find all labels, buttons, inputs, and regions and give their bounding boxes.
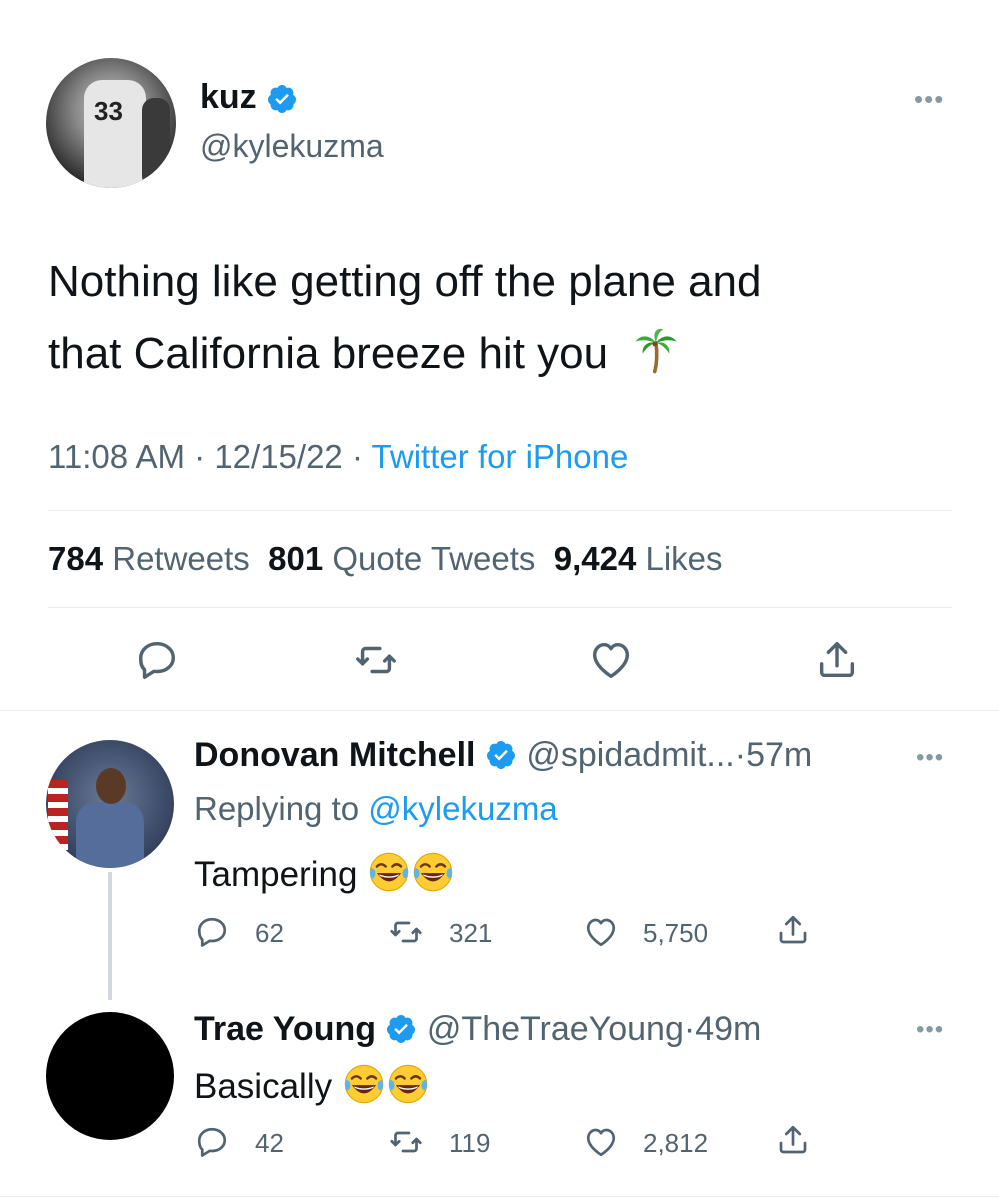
quotes-count: 801 — [268, 540, 324, 577]
retweets-label: Retweets — [112, 540, 250, 577]
more-options-icon[interactable]: ••• — [914, 84, 944, 115]
tweet-date[interactable]: 12/15/22 — [214, 438, 342, 475]
divider — [48, 510, 952, 511]
reply-avatar[interactable] — [46, 1012, 174, 1140]
reply-count: 42 — [255, 1128, 284, 1158]
replying-mention-link[interactable]: @kylekuzma — [368, 790, 557, 827]
tweet-text-line-1: Nothing like getting off the plane and — [48, 257, 762, 306]
like-icon[interactable] — [583, 1124, 619, 1160]
like-count: 5,750 — [643, 918, 709, 948]
avatar-flag — [48, 780, 68, 850]
reply-author-name[interactable]: Donovan Mitchell — [194, 736, 475, 774]
tweet-text-line-2: that California breeze hit you — [48, 329, 609, 378]
verified-badge-icon — [266, 83, 298, 115]
palm-tree-emoji-icon — [632, 326, 680, 374]
meta-separator: · — [351, 438, 363, 475]
tears-of-joy-emoji-icon — [367, 850, 411, 894]
meta-separator: · — [194, 438, 206, 475]
author-avatar[interactable]: 33 — [46, 58, 176, 188]
likes-count: 9,424 — [553, 540, 637, 577]
divider — [48, 607, 952, 608]
reply-time[interactable]: 57m — [746, 736, 812, 774]
reply-more-options-icon[interactable]: ••• — [916, 744, 944, 772]
reply-avatar[interactable] — [46, 740, 174, 868]
likes-stat[interactable]: 9,424 Likes — [554, 540, 723, 577]
section-divider — [0, 1196, 999, 1197]
tears-of-joy-emoji-icon — [411, 850, 455, 894]
like-icon[interactable] — [583, 914, 619, 950]
retweet-icon[interactable] — [388, 914, 424, 950]
quotes-label: Quote Tweets — [332, 540, 536, 577]
author-name-row[interactable]: kuz — [200, 78, 298, 117]
section-divider — [0, 710, 999, 711]
retweets-count: 784 — [48, 540, 104, 577]
reply-more-options-icon[interactable]: ••• — [916, 1016, 944, 1044]
like-icon[interactable] — [588, 637, 634, 683]
retweets-stat[interactable]: 784 Retweets — [48, 540, 250, 577]
reply-icon[interactable] — [134, 637, 180, 683]
reply-author-handle[interactable]: @TheTraeYoung — [427, 1010, 684, 1048]
verified-badge-icon — [485, 739, 517, 771]
author-name[interactable]: kuz — [200, 78, 257, 116]
avatar-arm — [142, 98, 170, 188]
share-icon[interactable] — [775, 912, 811, 948]
reply-header: Donovan Mitchell @spidadmit...·57m — [194, 736, 812, 775]
meta-separator: · — [734, 736, 747, 774]
thread-line — [108, 872, 112, 1000]
retweet-count: 119 — [449, 1128, 491, 1158]
reply-text: Tampering — [194, 855, 358, 894]
quotes-stat[interactable]: 801 Quote Tweets — [268, 540, 535, 577]
reply-icon[interactable] — [194, 1124, 230, 1160]
author-handle[interactable]: @kylekuzma — [200, 128, 384, 165]
tweet-text-line-2-wrap: that California breeze hit you — [48, 318, 948, 390]
tears-of-joy-emoji-icon — [386, 1062, 430, 1106]
share-icon[interactable] — [814, 637, 860, 683]
retweet-icon[interactable] — [388, 1124, 424, 1160]
reply-icon[interactable] — [194, 914, 230, 950]
reply-time[interactable]: 49m — [695, 1010, 761, 1048]
share-icon[interactable] — [775, 1122, 811, 1158]
reply-text-row: Tampering — [194, 850, 455, 895]
reply-count: 62 — [255, 918, 284, 948]
tweet-time[interactable]: 11:08 AM — [48, 438, 185, 475]
engagement-stats: 784 Retweets 801 Quote Tweets 9,424 Like… — [48, 540, 723, 578]
replying-to: Replying to @kylekuzma — [194, 790, 558, 828]
tweet-text: Nothing like getting off the plane and t… — [48, 246, 948, 390]
retweet-icon[interactable] — [353, 637, 399, 683]
avatar-face — [96, 768, 126, 804]
avatar-figure — [76, 802, 144, 868]
reply-text-row: Basically — [194, 1062, 430, 1107]
reply-text: Basically — [194, 1067, 333, 1106]
reply-header: Trae Young @TheTraeYoung·49m — [194, 1010, 761, 1049]
reply-author-handle[interactable]: @spidadmit... — [526, 736, 734, 774]
tweet-source-link[interactable]: Twitter for iPhone — [372, 438, 629, 475]
avatar-jersey-number: 33 — [94, 96, 123, 126]
retweet-count: 321 — [449, 918, 493, 948]
replying-prefix: Replying to — [194, 790, 360, 827]
reply-author-name[interactable]: Trae Young — [194, 1010, 376, 1048]
meta-separator: · — [683, 1010, 696, 1048]
likes-label: Likes — [645, 540, 723, 577]
tears-of-joy-emoji-icon — [342, 1062, 386, 1106]
verified-badge-icon — [385, 1013, 417, 1045]
like-count: 2,812 — [643, 1128, 709, 1158]
tweet-meta: 11:08 AM · 12/15/22 · Twitter for iPhone — [48, 438, 628, 476]
